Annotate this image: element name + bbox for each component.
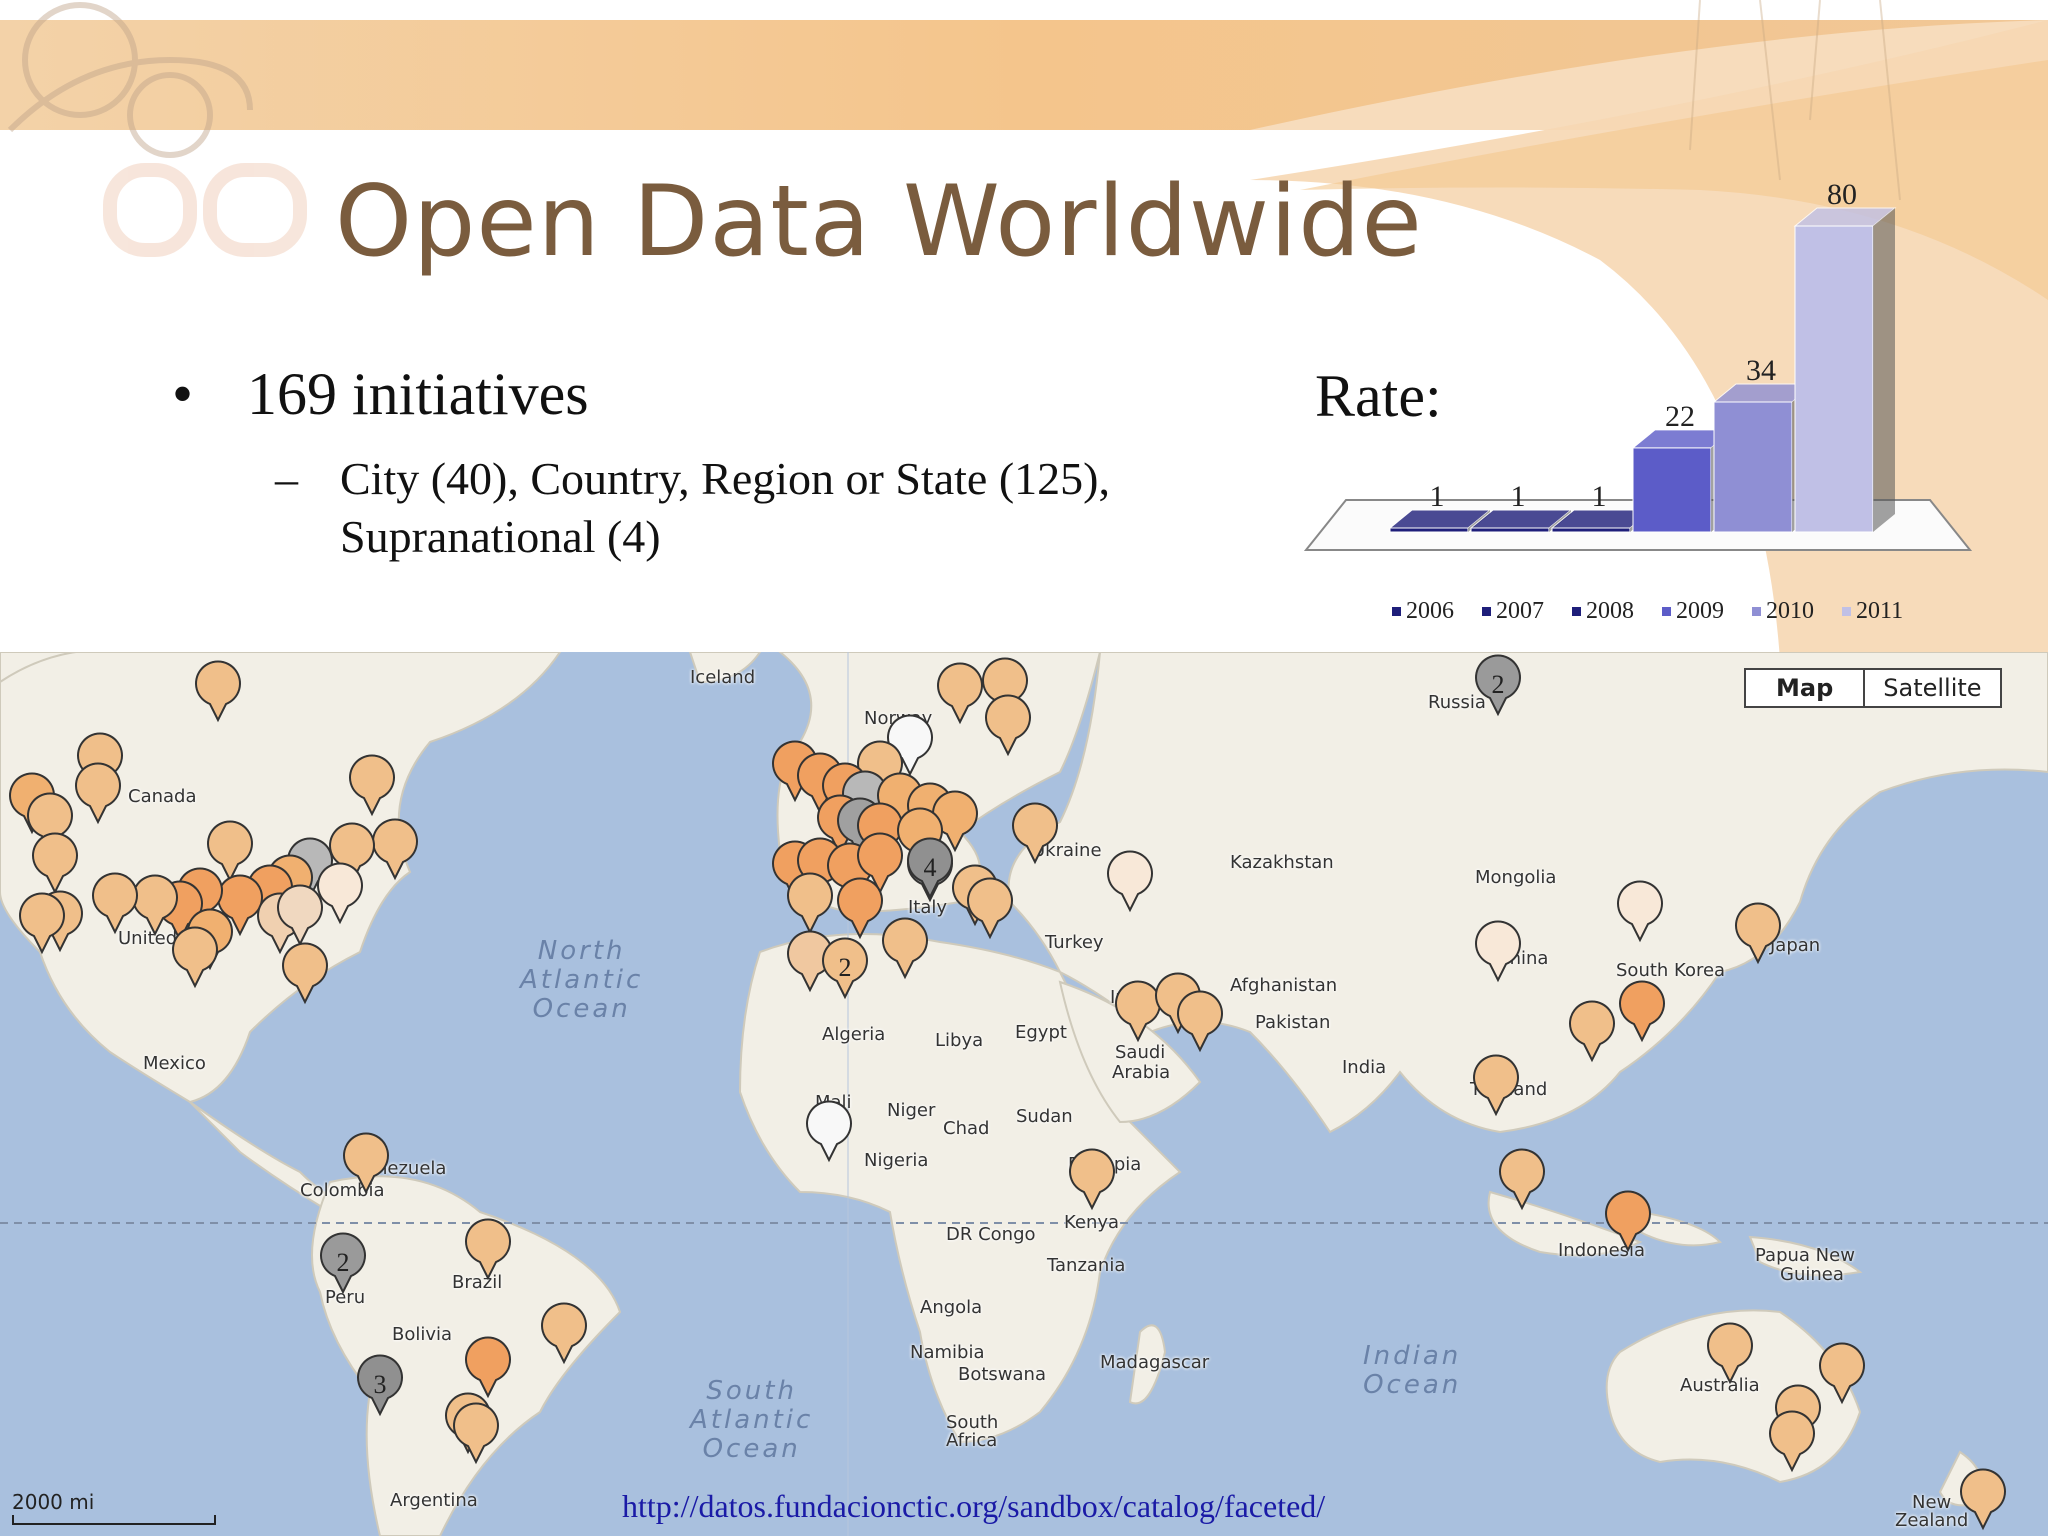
- bar-value-label: 80: [1827, 178, 1857, 211]
- cluster-count: 2: [1492, 670, 1505, 699]
- bar-2007: [1470, 527, 1550, 533]
- legend-swatch: [1572, 607, 1581, 616]
- satellite-button[interactable]: Satellite: [1865, 670, 1999, 706]
- map-marker[interactable]: [207, 820, 253, 883]
- map-marker[interactable]: [453, 1402, 499, 1465]
- map-cluster-marker[interactable]: 3: [357, 1354, 403, 1417]
- map-marker[interactable]: [132, 874, 178, 937]
- map-marker[interactable]: [1605, 1190, 1651, 1253]
- map-marker[interactable]: [465, 1336, 511, 1399]
- legend-item-2006: 2006: [1392, 598, 1482, 625]
- legend-swatch: [1752, 607, 1761, 616]
- map-marker[interactable]: [787, 872, 833, 935]
- chart-legend: 2006 2007 2008 2009 2010 2011: [1392, 598, 1932, 625]
- sub-bullet-line-2: Supranational (4): [340, 511, 661, 562]
- legend-item-2009: 2009: [1662, 598, 1752, 625]
- bar-value-label: 22: [1665, 400, 1695, 433]
- map-marker[interactable]: [937, 662, 983, 725]
- map-marker[interactable]: [1475, 920, 1521, 983]
- bar-2006: [1389, 527, 1469, 533]
- map-marker[interactable]: [282, 942, 328, 1005]
- slide: Open Data Worldwide • 169 initiatives – C…: [0, 0, 2048, 1536]
- map-marker[interactable]: [349, 754, 395, 817]
- bar-value-label: 34: [1746, 354, 1776, 387]
- legend-item-2008: 2008: [1572, 598, 1662, 625]
- map-marker[interactable]: [1735, 902, 1781, 965]
- map-scale-bar: [12, 1515, 216, 1525]
- map-marker[interactable]: [1012, 802, 1058, 865]
- bar-value-label: 1: [1592, 480, 1607, 513]
- map-marker[interactable]: [541, 1302, 587, 1365]
- map-marker[interactable]: [1569, 1000, 1615, 1063]
- bar-value-label: 1: [1430, 480, 1445, 513]
- rate-chart: 1 1 1 22 34 80: [1303, 178, 1973, 551]
- legend-label: 2010: [1766, 598, 1814, 624]
- map-marker[interactable]: [92, 872, 138, 935]
- map-marker[interactable]: [372, 818, 418, 881]
- map-cluster-marker[interactable]: 2: [822, 937, 868, 1000]
- legend-swatch: [1482, 607, 1491, 616]
- map-marker[interactable]: [967, 877, 1013, 940]
- map-marker[interactable]: [172, 926, 218, 989]
- map-marker[interactable]: [1769, 1410, 1815, 1473]
- map-marker[interactable]: [1617, 880, 1663, 943]
- world-map[interactable]: IcelandNorwayRussiaCanadaUnitedKazakhsta…: [0, 652, 2048, 1536]
- legend-label: 2011: [1856, 598, 1904, 624]
- map-marker[interactable]: [1473, 1054, 1519, 1117]
- cluster-count: 2: [337, 1248, 350, 1277]
- map-marker[interactable]: [32, 832, 78, 895]
- legend-item-2010: 2010: [1752, 598, 1842, 625]
- legend-item-2007: 2007: [1482, 598, 1572, 625]
- map-marker[interactable]: [1107, 850, 1153, 913]
- source-url[interactable]: http://datos.fundacionctic.org/sandbox/c…: [622, 1488, 1325, 1525]
- legend-label: 2007: [1496, 598, 1544, 624]
- map-marker[interactable]: [1819, 1342, 1865, 1405]
- map-cluster-marker[interactable]: 2: [1475, 654, 1521, 717]
- map-cluster-marker[interactable]: 2: [320, 1232, 366, 1295]
- legend-label: 2008: [1586, 598, 1634, 624]
- map-marker[interactable]: [1499, 1148, 1545, 1211]
- map-marker[interactable]: [882, 917, 928, 980]
- legend-swatch: [1392, 607, 1401, 616]
- legend-label: 2009: [1676, 598, 1724, 624]
- bar-2011: [1794, 225, 1874, 533]
- bullet-initiatives: • 169 initiatives: [172, 360, 589, 429]
- map-marker[interactable]: [1177, 990, 1223, 1053]
- map-cluster-marker[interactable]: 4: [907, 837, 953, 900]
- map-marker[interactable]: [837, 877, 883, 940]
- bar-2009: [1632, 447, 1712, 533]
- map-type-toggle[interactable]: Map Satellite: [1744, 668, 2002, 708]
- bar-2010: [1713, 401, 1793, 533]
- map-marker[interactable]: [1707, 1322, 1753, 1385]
- bullet-text: 169 initiatives: [247, 361, 589, 427]
- map-marker[interactable]: [1069, 1148, 1115, 1211]
- map-marker[interactable]: [1115, 980, 1161, 1043]
- legend-swatch: [1662, 607, 1671, 616]
- map-marker[interactable]: [317, 862, 363, 925]
- cluster-count: 4: [924, 853, 937, 882]
- bar-side-2011: [1873, 208, 1895, 532]
- slide-title: Open Data Worldwide: [335, 165, 1423, 279]
- legend-item-2011: 2011: [1842, 598, 1932, 625]
- map-marker[interactable]: [1619, 980, 1665, 1043]
- map-marker[interactable]: [465, 1218, 511, 1281]
- sub-bullet-dash: –: [275, 453, 298, 504]
- map-marker[interactable]: [985, 694, 1031, 757]
- map-marker[interactable]: [75, 762, 121, 825]
- cluster-count: 2: [839, 953, 852, 982]
- cluster-count: 3: [374, 1370, 387, 1399]
- legend-swatch: [1842, 607, 1851, 616]
- map-marker[interactable]: [1960, 1468, 2006, 1531]
- map-marker[interactable]: [806, 1100, 852, 1163]
- sub-bullet-line-1: City (40), Country, Region or State (125…: [340, 453, 1110, 504]
- legend-label: 2006: [1406, 598, 1454, 624]
- bullet-dot: •: [172, 361, 194, 427]
- bar-value-label: 1: [1511, 480, 1526, 513]
- bar-2008: [1551, 527, 1631, 533]
- map-scale-label: 2000 mi: [12, 1490, 95, 1514]
- map-marker[interactable]: [343, 1132, 389, 1195]
- map-marker[interactable]: [195, 660, 241, 723]
- map-markers[interactable]: 2 2 4 2 3: [0, 652, 2048, 1536]
- map-button[interactable]: Map: [1746, 670, 1866, 706]
